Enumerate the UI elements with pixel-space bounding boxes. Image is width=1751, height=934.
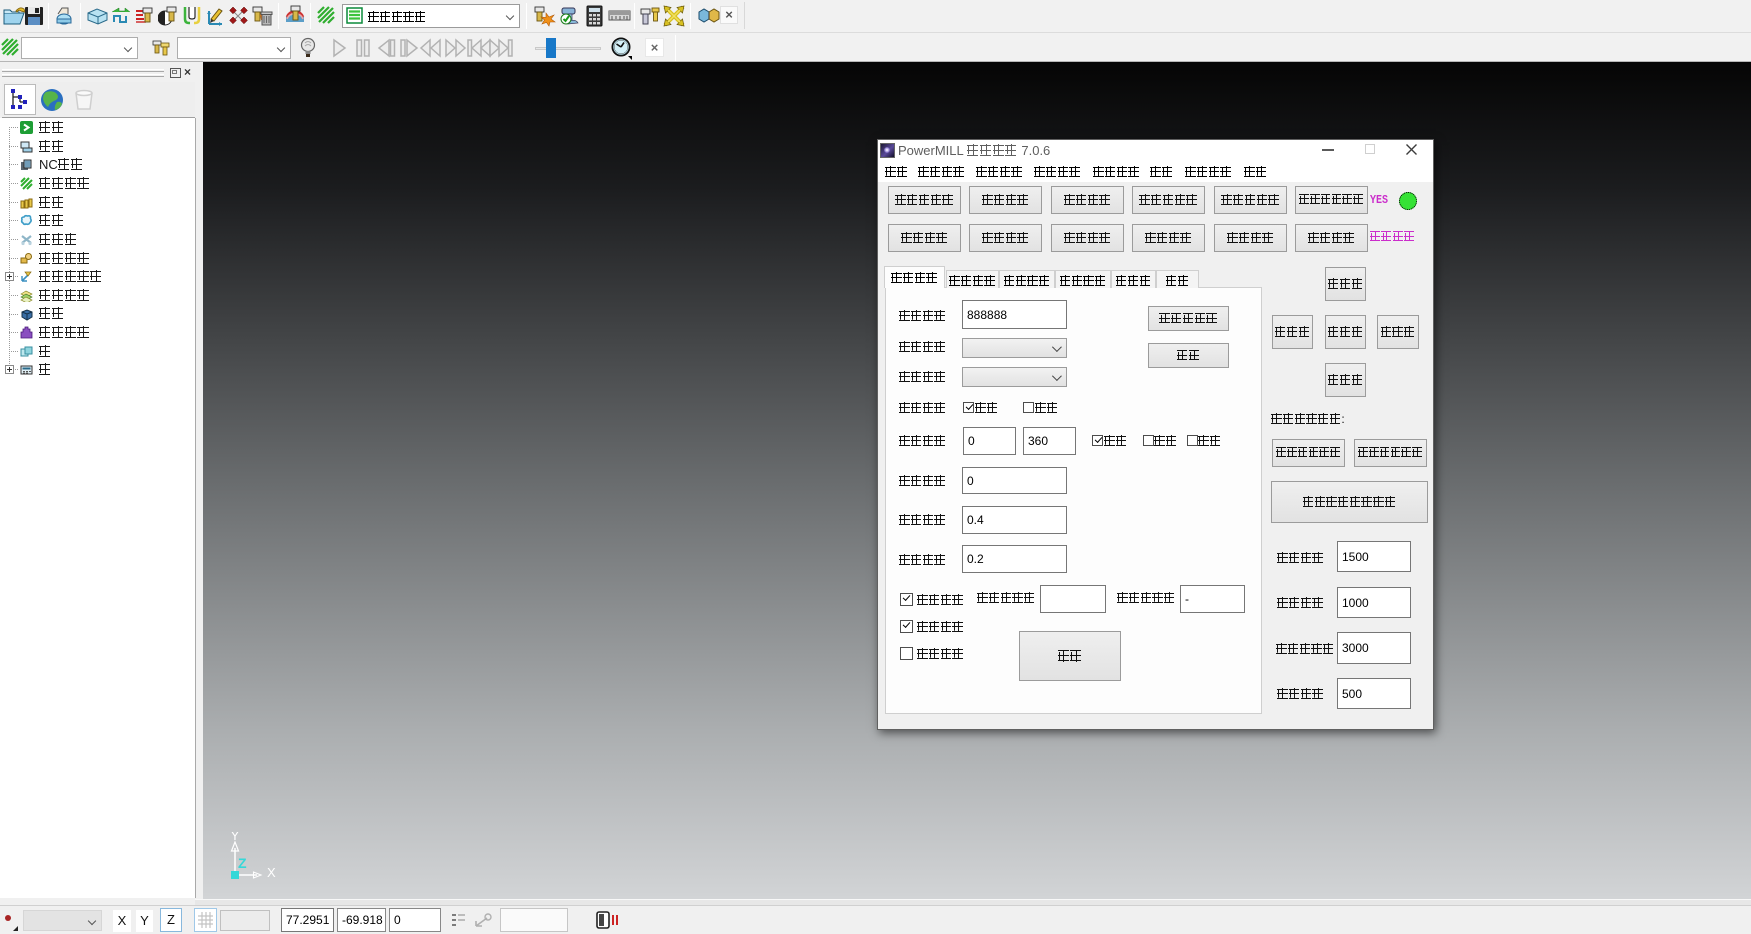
svg-text:Z: Z bbox=[238, 855, 247, 871]
svg-text:X: X bbox=[267, 865, 276, 880]
svg-text:Y: Y bbox=[231, 832, 240, 843]
